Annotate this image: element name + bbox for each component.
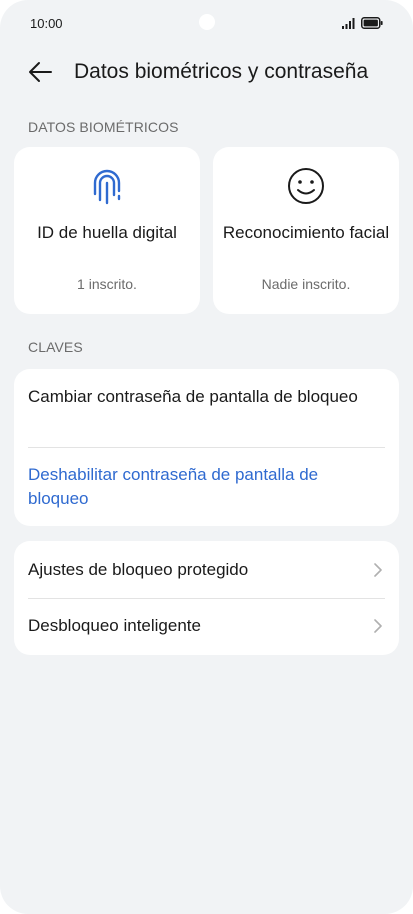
change-lockscreen-password-label: Cambiar contraseña de pantalla de bloque… <box>28 387 358 406</box>
camera-cutout <box>199 14 215 30</box>
chevron-right-icon <box>374 563 382 577</box>
more-settings-card: Ajustes de bloqueo protegido Desbloqueo … <box>14 541 399 655</box>
page-title: Datos biométricos y contraseña <box>74 60 369 83</box>
section-label-biometrics: DATOS BIOMÉTRICOS <box>28 119 179 135</box>
smart-unlock-label: Desbloqueo inteligente <box>28 616 201 635</box>
protected-lock-settings-row[interactable]: Ajustes de bloqueo protegido <box>14 541 399 598</box>
face-icon <box>288 168 324 204</box>
back-arrow-icon[interactable] <box>26 58 54 86</box>
section-label-passwords: CLAVES <box>28 339 83 355</box>
disable-lockscreen-password-row[interactable]: Deshabilitar contraseña de pantalla de b… <box>14 448 399 526</box>
face-status: Nadie inscrito. <box>261 276 351 292</box>
fingerprint-status: 1 inscrito. <box>77 276 137 292</box>
chevron-right-icon <box>374 619 382 633</box>
face-title: Reconocimiento facial <box>222 223 390 242</box>
smart-unlock-row[interactable]: Desbloqueo inteligente <box>14 599 399 655</box>
disable-lockscreen-password-label: Deshabilitar contraseña de pantalla de b… <box>28 465 319 508</box>
face-recognition-card[interactable]: Reconocimiento facial Nadie inscrito. <box>213 147 399 314</box>
protected-lock-settings-label: Ajustes de bloqueo protegido <box>28 560 249 579</box>
fingerprint-icon <box>93 169 121 205</box>
passwords-card: Cambiar contraseña de pantalla de bloque… <box>14 369 399 526</box>
fingerprint-title: ID de huella digital <box>37 223 177 242</box>
app-header: Datos biométricos y contraseña <box>0 50 413 94</box>
fingerprint-card[interactable]: ID de huella digital 1 inscrito. <box>14 147 200 314</box>
phone-screen: 10:00 Datos biométricos y contraseña DAT… <box>0 0 413 914</box>
change-lockscreen-password-row[interactable]: Cambiar contraseña de pantalla de bloque… <box>14 369 399 447</box>
signal-icon <box>342 18 355 29</box>
status-bar: 10:00 <box>0 0 413 46</box>
status-time: 10:00 <box>30 16 63 31</box>
battery-icon <box>361 17 383 29</box>
